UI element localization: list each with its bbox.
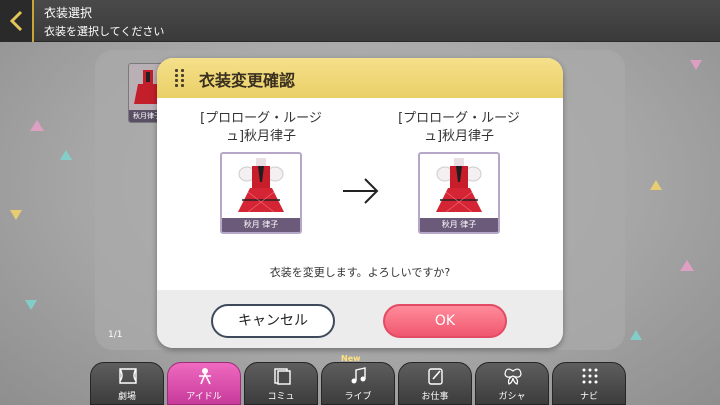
nav-item-communication[interactable]: コミュ bbox=[244, 362, 318, 405]
confirm-message: 衣装を変更します。よろしいですか? bbox=[269, 266, 451, 279]
idol-icon bbox=[199, 368, 211, 385]
screen-title: 衣装選択 bbox=[44, 6, 93, 20]
confetti bbox=[10, 210, 22, 220]
confetti bbox=[30, 120, 44, 131]
nav-item-label: ナビ bbox=[579, 392, 598, 402]
new-costume: [プロローグ・ルージ ュ]秋月律子 秋月 律子 bbox=[389, 110, 529, 234]
new-costume-name-line1: [プロローグ・ルージ bbox=[398, 111, 520, 126]
confetti bbox=[630, 330, 642, 340]
menu-icon bbox=[582, 368, 598, 384]
confetti bbox=[690, 60, 702, 70]
current-costume: [プロローグ・ルージ ュ]秋月律子 秋月 律子 bbox=[191, 110, 331, 234]
ok-button[interactable]: OK bbox=[383, 304, 507, 338]
screen-subtitle: 衣装を選択してください bbox=[44, 25, 165, 38]
nav-item-menu[interactable]: ナビ bbox=[552, 362, 626, 405]
costume-change-dialog: 衣装変更確認 [プロローグ・ルージ ュ]秋月律子 秋月 律子 [プロローグ・ルー… bbox=[157, 58, 563, 348]
dialog-title: 衣装変更確認 bbox=[199, 71, 296, 90]
grip-icon bbox=[175, 69, 185, 87]
nav-item-label: アイドル bbox=[186, 392, 222, 402]
page-indicator: 1/1 bbox=[108, 330, 123, 340]
dress-icon bbox=[238, 158, 284, 213]
work-icon bbox=[428, 368, 443, 385]
theater-icon bbox=[119, 368, 137, 384]
nav-item-label: ライブ bbox=[344, 392, 372, 402]
nav-item-label: コミュ bbox=[267, 392, 295, 402]
nav-item-live[interactable]: ライブ bbox=[321, 362, 395, 405]
confetti bbox=[680, 260, 694, 271]
dialog-header: 衣装変更確認 bbox=[157, 58, 563, 98]
nav-item-label: ガシャ bbox=[498, 392, 526, 402]
confetti bbox=[60, 150, 72, 160]
nav-item-idol[interactable]: アイドル bbox=[167, 362, 241, 405]
dialog-body: [プロローグ・ルージ ュ]秋月律子 秋月 律子 [プロローグ・ルージ ュ]秋月律… bbox=[157, 98, 563, 290]
confetti bbox=[25, 300, 37, 310]
current-costume-card: 秋月 律子 bbox=[220, 152, 302, 234]
chevron-left-icon bbox=[9, 10, 23, 32]
communication-icon bbox=[274, 368, 291, 385]
new-costume-card: 秋月 律子 bbox=[418, 152, 500, 234]
nav-item-label: お仕事 bbox=[421, 392, 449, 402]
current-costume-name-line1: [プロローグ・ルージ bbox=[200, 111, 322, 126]
back-button[interactable] bbox=[0, 0, 34, 42]
dialog-footer: キャンセル OK bbox=[157, 290, 563, 348]
arrow-right-icon bbox=[343, 178, 379, 204]
new-costume-name-line2: ュ]秋月律子 bbox=[423, 129, 495, 144]
nav-item-gacha[interactable]: ガシャ bbox=[475, 362, 549, 405]
nav-item-label: 劇場 bbox=[117, 392, 136, 402]
header-bar: 衣装選択 衣装を選択してください bbox=[0, 0, 720, 42]
bottom-nav: New 劇場 アイドル コミュ ライブ お仕事 ガシャ ナビ bbox=[90, 354, 630, 405]
current-costume-card-label: 秋月 律子 bbox=[222, 218, 300, 232]
cancel-button[interactable]: キャンセル bbox=[211, 304, 335, 338]
dress-icon bbox=[436, 158, 482, 213]
nav-item-theater[interactable]: 劇場 bbox=[90, 362, 164, 405]
confetti bbox=[650, 180, 662, 190]
live-icon bbox=[351, 367, 366, 384]
gacha-icon bbox=[504, 368, 522, 385]
nav-item-work[interactable]: お仕事 bbox=[398, 362, 472, 405]
new-costume-card-label: 秋月 律子 bbox=[420, 218, 498, 232]
current-costume-name-line2: ュ]秋月律子 bbox=[225, 129, 297, 144]
